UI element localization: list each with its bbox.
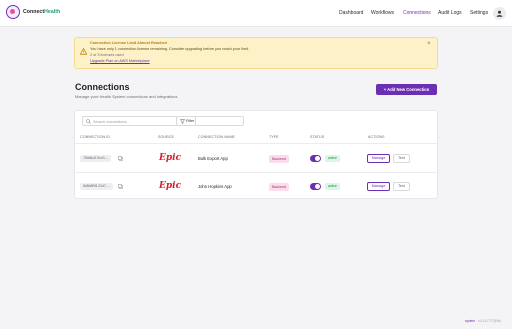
table-row: 8d8b8f98-22d7-... Epic John Hopkins App … bbox=[75, 172, 437, 200]
nav-connections[interactable]: Connections bbox=[403, 10, 431, 16]
connection-id: 8d8b8f98-22d7-... bbox=[80, 183, 113, 190]
connection-id: 7f6b8c4f-9ce3-... bbox=[80, 155, 112, 162]
status-badge: active bbox=[325, 155, 340, 162]
warning-icon bbox=[80, 48, 87, 55]
column-header-type: Type bbox=[269, 135, 279, 139]
test-button[interactable]: Test bbox=[393, 182, 410, 191]
footer-version: system · v.0.1.0-777(Eth) bbox=[465, 319, 501, 323]
filter-button[interactable]: Filter bbox=[176, 116, 196, 126]
nav-settings[interactable]: Settings bbox=[470, 10, 488, 16]
column-header-source: Source bbox=[158, 135, 174, 139]
nav-dashboard[interactable]: Dashboard bbox=[339, 10, 363, 16]
banner-message: You have only 1 connection license remai… bbox=[90, 47, 250, 51]
status-badge: active bbox=[325, 183, 340, 190]
connection-name: John Hopkins App bbox=[198, 184, 232, 189]
column-header-actions: Actions bbox=[368, 135, 385, 139]
epic-logo: Epic bbox=[159, 153, 182, 163]
status-toggle[interactable] bbox=[310, 155, 321, 162]
type-badge: Backend bbox=[269, 155, 289, 163]
search-box bbox=[82, 116, 244, 126]
banner-title: Connection License Limit Almost Reached bbox=[90, 41, 167, 45]
connection-name: Bulk Export App bbox=[198, 156, 228, 161]
nav-audit-logs[interactable]: Audit Logs bbox=[438, 10, 462, 16]
page-title: Connections bbox=[75, 82, 130, 92]
manage-button[interactable]: Manage bbox=[367, 182, 390, 191]
test-button[interactable]: Test bbox=[393, 154, 410, 163]
upgrade-plan-link[interactable]: Upgrade Plan on AWS Marketplace bbox=[90, 59, 150, 63]
filter-label: Filter bbox=[186, 119, 195, 123]
user-menu-button[interactable] bbox=[493, 7, 506, 20]
search-input[interactable] bbox=[93, 118, 241, 125]
brand-name[interactable]: ConnectHealth bbox=[23, 9, 60, 15]
filter-icon bbox=[180, 119, 185, 124]
add-new-connection-button[interactable]: + Add New Connection bbox=[376, 84, 437, 95]
app-logo[interactable] bbox=[6, 5, 20, 19]
type-badge: Backend bbox=[269, 183, 289, 191]
search-icon bbox=[86, 119, 91, 124]
footer-system: system bbox=[465, 319, 476, 323]
top-navbar: ConnectHealth Dashboard Workflows Connec… bbox=[0, 0, 512, 27]
connections-table-card: Filter Connection ID Source Connection N… bbox=[74, 110, 438, 199]
copy-icon[interactable] bbox=[118, 184, 123, 189]
status-toggle[interactable] bbox=[310, 183, 321, 190]
user-icon bbox=[496, 10, 503, 17]
copy-icon[interactable] bbox=[118, 156, 123, 161]
epic-logo: Epic bbox=[159, 181, 182, 191]
column-header-connection-id: Connection ID bbox=[80, 135, 111, 139]
table-row: 7f6b8c4f-9ce3-... Epic Bulk Export App B… bbox=[75, 144, 437, 172]
nav-workflows[interactable]: Workflows bbox=[371, 10, 394, 16]
license-count: 2 of 3 licenses used bbox=[90, 53, 124, 57]
footer-version-text: v.0.1.0-777(Eth) bbox=[477, 319, 501, 323]
manage-button[interactable]: Manage bbox=[367, 154, 390, 163]
license-warning-banner: Connection License Limit Almost Reached … bbox=[74, 37, 438, 69]
column-header-connection-name: Connection Name bbox=[198, 135, 236, 139]
close-icon[interactable]: × bbox=[427, 41, 431, 47]
page-subtitle: Manage your Health System connections an… bbox=[75, 94, 178, 99]
brand-name-part2: Health bbox=[44, 9, 61, 15]
column-header-status: Status bbox=[310, 135, 325, 139]
brand-name-part1: Connect bbox=[23, 9, 45, 15]
